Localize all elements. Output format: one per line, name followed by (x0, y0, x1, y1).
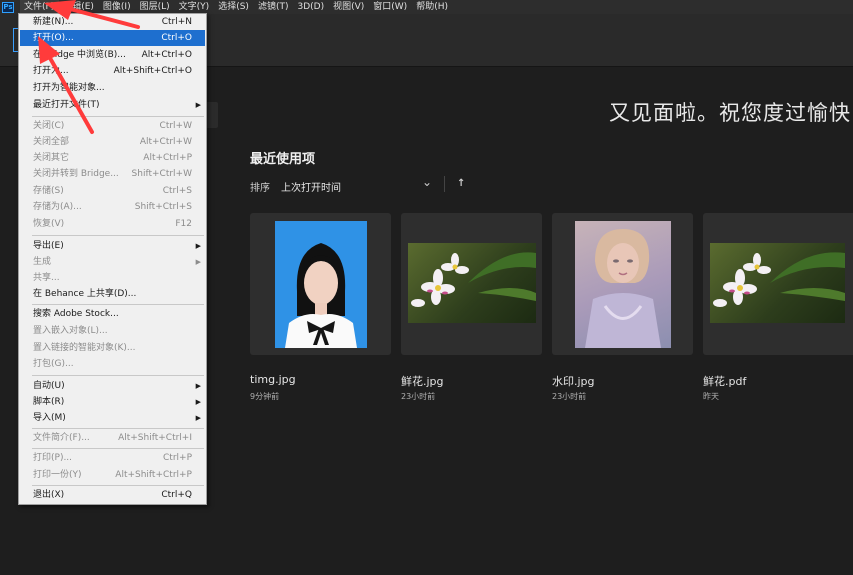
menu-item-generate[interactable]: 生成 ▶ (20, 254, 205, 270)
recent-file-card[interactable] (250, 213, 391, 355)
recent-file-time: 昨天 (703, 392, 719, 401)
file-menu-dropdown: 新建(N)... Ctrl+N 打开(O)... Ctrl+O 在 Bridge 中… (18, 13, 207, 505)
menu-item-exit[interactable]: 退出(X) Ctrl+Q (20, 487, 205, 503)
menu-image[interactable]: 图像(I) (99, 0, 136, 14)
menu-help[interactable]: 帮助(H) (412, 0, 453, 14)
menu-view[interactable]: 视图(V) (329, 0, 369, 14)
menu-file[interactable]: 文件(F) (20, 0, 60, 14)
recent-file-card[interactable] (703, 213, 853, 355)
menu-item-export[interactable]: 导出(E) ▶ (20, 238, 205, 254)
menu-item-close-others[interactable]: 关闭其它 Alt+Ctrl+P (20, 150, 205, 166)
menu-item-package[interactable]: 打包(G)... (20, 356, 205, 372)
menu-item-share[interactable]: 共享... (20, 270, 205, 286)
menu-separator (32, 116, 204, 117)
sort-direction-icon[interactable]: ↑ (457, 178, 465, 189)
menu-separator (32, 485, 204, 486)
menu-item-search-stock[interactable]: 搜索 Adobe Stock... (20, 306, 205, 322)
menu-item-scripts[interactable]: 脚本(R) ▶ (20, 394, 205, 410)
submenu-arrow-icon: ▶ (195, 258, 201, 266)
menu-item-save[interactable]: 存储(S) Ctrl+S (20, 183, 205, 199)
menu-separator (32, 235, 204, 236)
sort-dropdown[interactable]: 上次打开时间 (281, 179, 341, 194)
menu-type[interactable]: 文字(Y) (175, 0, 215, 14)
menu-separator (32, 375, 204, 376)
portrait-thumbnail (275, 221, 367, 348)
recent-file-name[interactable]: timg.jpg (250, 373, 296, 386)
menu-item-open-smart-object[interactable]: 打开为智能对象... (20, 80, 205, 96)
recent-file-card[interactable] (552, 213, 693, 355)
submenu-arrow-icon: ▶ (195, 382, 201, 390)
menu-item-import[interactable]: 导入(M) ▶ (20, 410, 205, 426)
recent-file-name[interactable]: 鲜花.jpg (401, 373, 444, 389)
menu-bar: Ps 文件(F) 编辑(E) 图像(I) 图层(L) 文字(Y) 选择(S) 滤… (0, 0, 853, 14)
menu-item-save-as[interactable]: 存储为(A)... Shift+Ctrl+S (20, 199, 205, 215)
recent-file-time: 23小时前 (552, 392, 587, 401)
recent-file-name[interactable]: 鲜花.pdf (703, 373, 746, 389)
chevron-down-icon[interactable]: ⌄ (422, 175, 432, 189)
welcome-message: 又见面啦。祝您度过愉快 (609, 101, 851, 125)
menu-item-share-behance[interactable]: 在 Behance 上共享(D)... (20, 286, 205, 302)
menu-item-place-linked[interactable]: 置入链接的智能对象(K)... (20, 340, 205, 356)
recent-file-name[interactable]: 水印.jpg (552, 373, 595, 389)
menu-item-print-one[interactable]: 打印一份(Y) Alt+Shift+Ctrl+P (20, 467, 205, 483)
menu-item-open-as[interactable]: 打开为... Alt+Shift+Ctrl+O (20, 63, 205, 79)
menu-edit[interactable]: 编辑(E) (59, 0, 99, 14)
artwork-thumbnail (575, 221, 671, 348)
flower-thumbnail (408, 243, 536, 323)
menu-window[interactable]: 窗口(W) (369, 0, 412, 14)
recent-file-card[interactable] (401, 213, 542, 355)
divider (444, 176, 445, 192)
menu-item-open-recent[interactable]: 最近打开文件(T) ▶ (20, 97, 205, 113)
menu-separator (32, 304, 204, 305)
submenu-arrow-icon: ▶ (195, 242, 201, 250)
menu-layer[interactable]: 图层(L) (136, 0, 175, 14)
menu-item-close-all[interactable]: 关闭全部 Alt+Ctrl+W (20, 134, 205, 150)
menu-separator (32, 448, 204, 449)
menu-item-close-go-bridge[interactable]: 关闭并转到 Bridge... Shift+Ctrl+W (20, 166, 205, 182)
menu-item-file-info[interactable]: 文件简介(F)... Alt+Shift+Ctrl+I (20, 430, 205, 446)
menu-separator (32, 428, 204, 429)
menu-item-close[interactable]: 关闭(C) Ctrl+W (20, 118, 205, 134)
submenu-arrow-icon: ▶ (195, 398, 201, 406)
recent-file-time: 23小时前 (401, 392, 436, 401)
menu-item-automate[interactable]: 自动(U) ▶ (20, 378, 205, 394)
menu-3d[interactable]: 3D(D) (293, 0, 329, 14)
menu-item-open[interactable]: 打开(O)... Ctrl+O (20, 30, 205, 46)
flower-thumbnail (710, 243, 845, 323)
menu-item-revert[interactable]: 恢复(V) F12 (20, 216, 205, 232)
submenu-arrow-icon: ▶ (195, 101, 201, 109)
menu-filter[interactable]: 滤镜(T) (254, 0, 294, 14)
photoshop-logo-icon: Ps (2, 1, 14, 13)
menu-item-browse-bridge[interactable]: 在 Bridge 中浏览(B)... Alt+Ctrl+O (20, 47, 205, 63)
menu-item-new[interactable]: 新建(N)... Ctrl+N (20, 14, 205, 30)
submenu-arrow-icon: ▶ (195, 414, 201, 422)
menu-item-print[interactable]: 打印(P)... Ctrl+P (20, 450, 205, 466)
recent-files-title: 最近使用项 (250, 152, 316, 167)
menu-select[interactable]: 选择(S) (214, 0, 254, 14)
recent-file-time: 9分钟前 (250, 392, 280, 401)
sort-label: 排序 (250, 183, 270, 194)
menu-item-place-embedded[interactable]: 置入嵌入对象(L)... (20, 323, 205, 339)
